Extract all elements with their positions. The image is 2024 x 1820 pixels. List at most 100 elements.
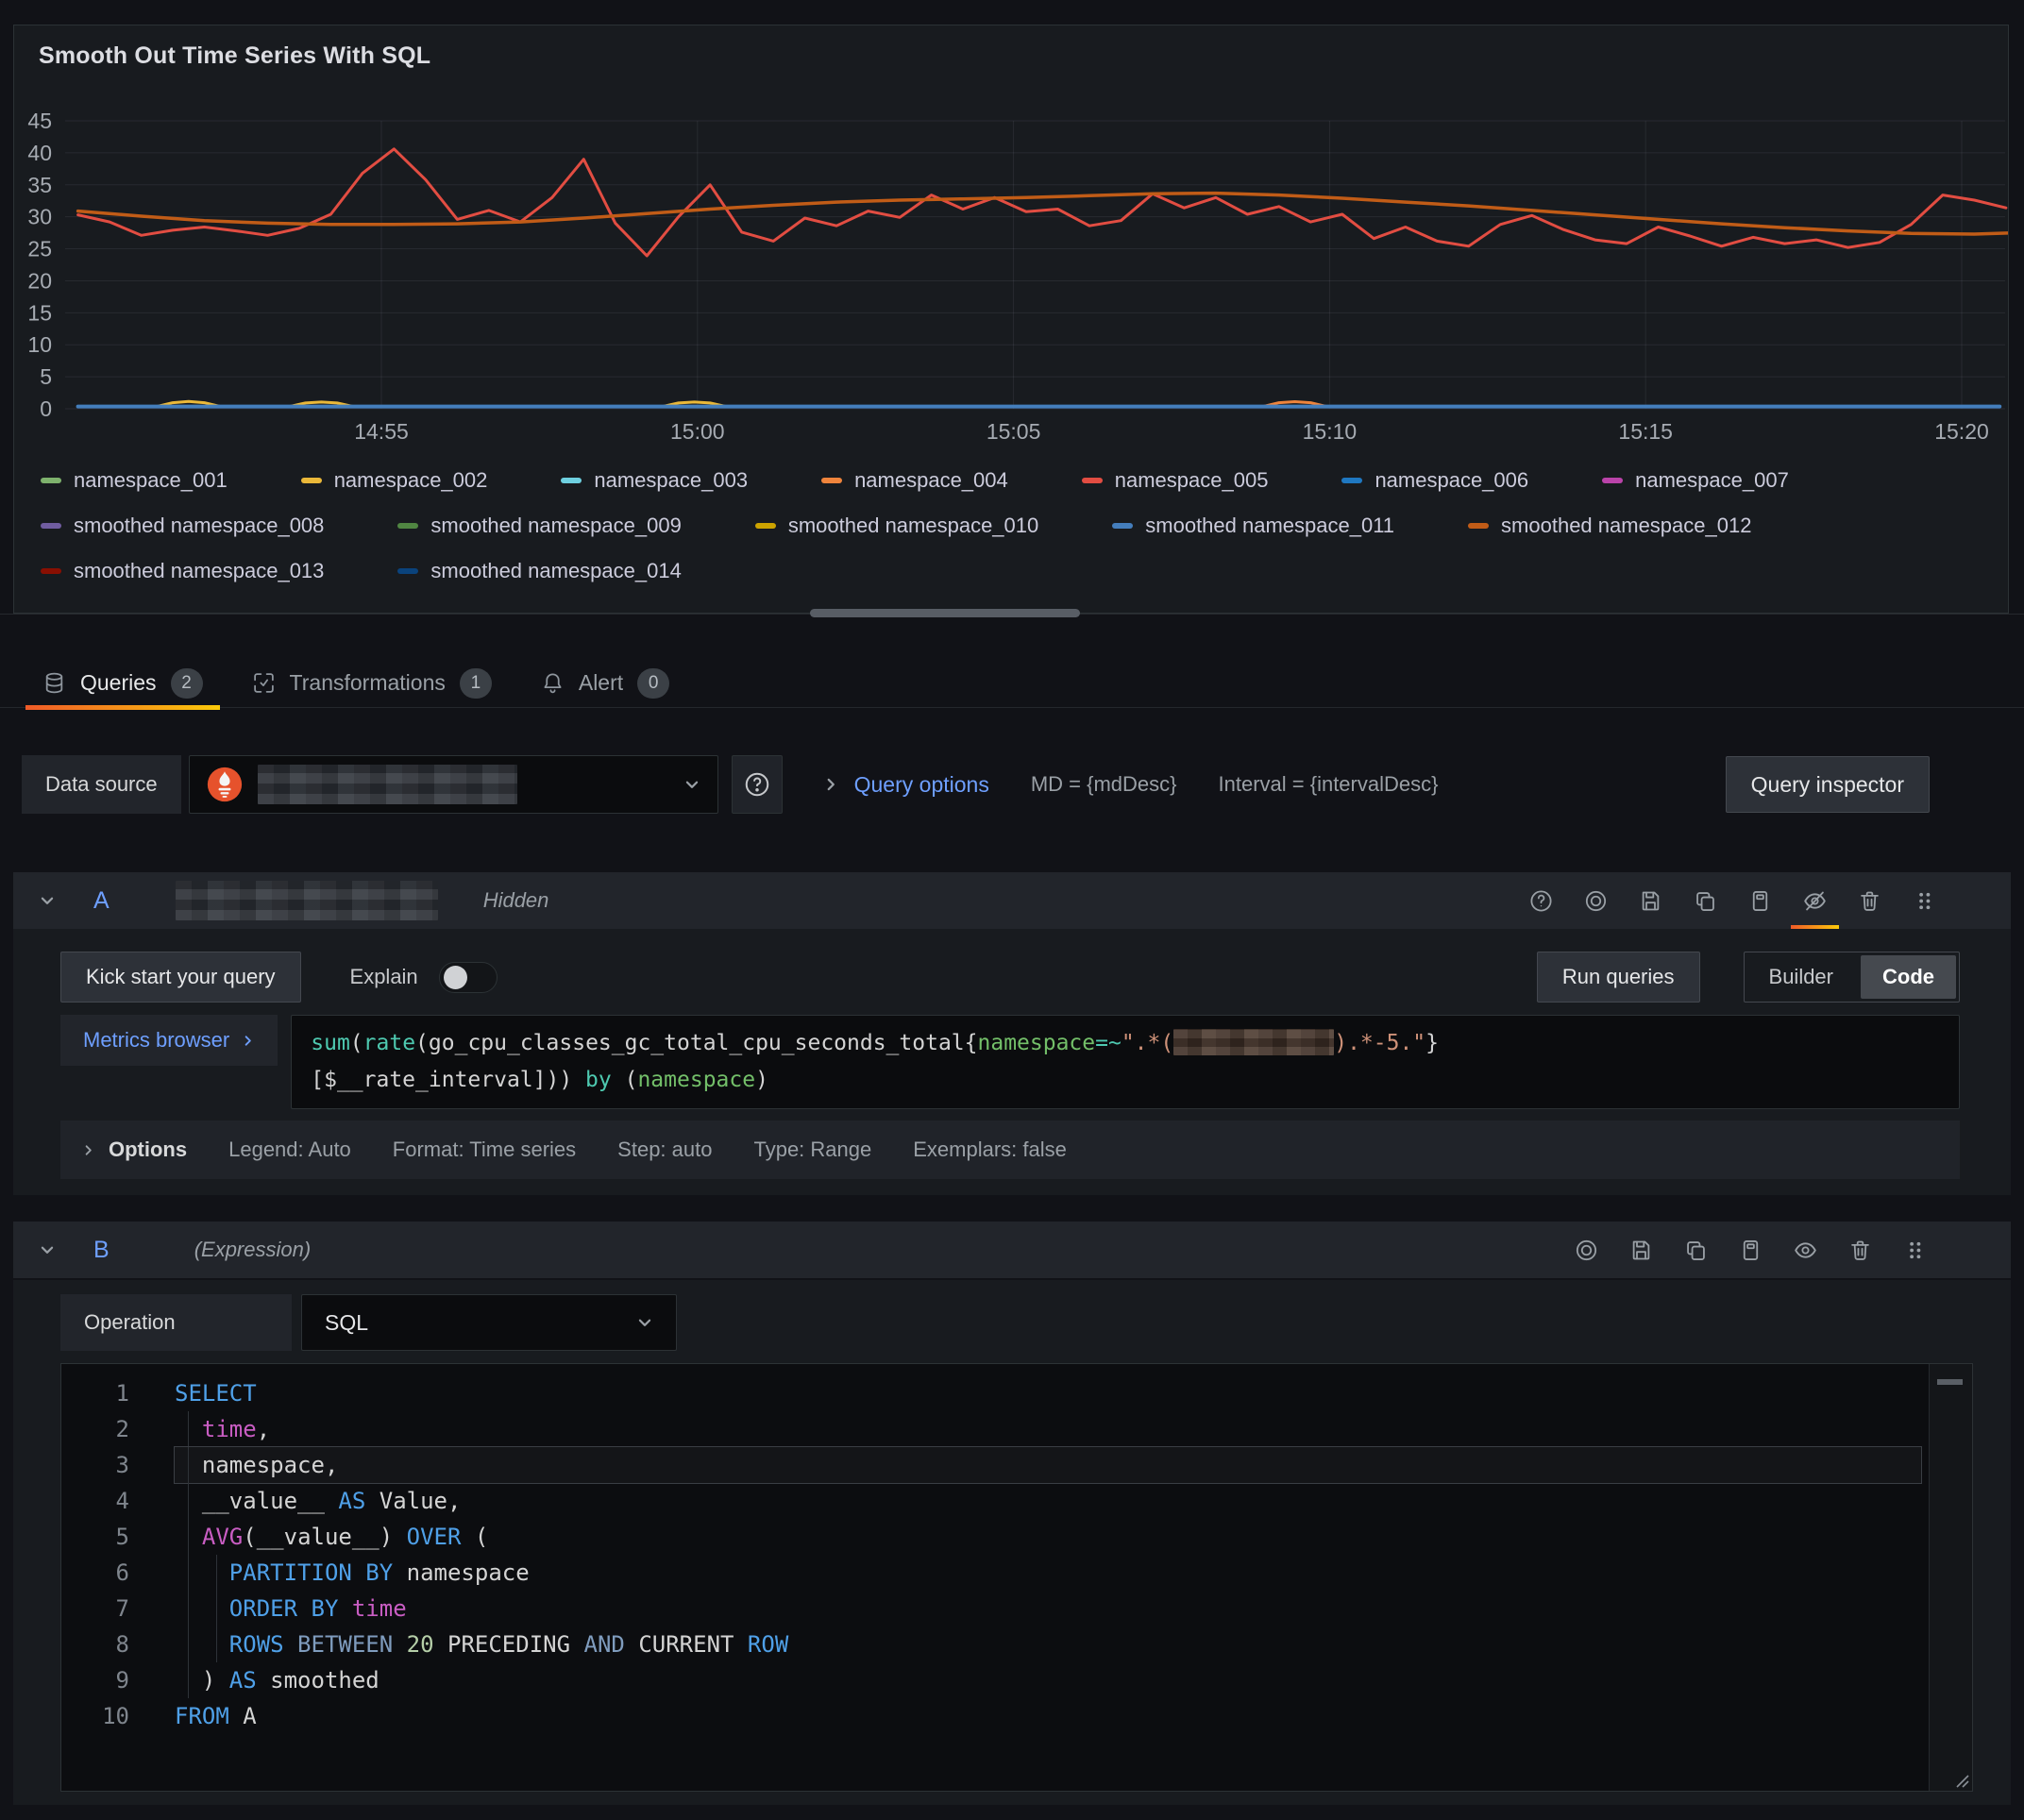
copy-button[interactable]: [1693, 888, 1718, 914]
legend-item[interactable]: namespace_005: [1082, 468, 1269, 493]
code-option[interactable]: Code: [1861, 955, 1956, 999]
tab-alert[interactable]: Alert 0: [524, 659, 686, 708]
legend-item[interactable]: namespace_002: [301, 468, 488, 493]
metrics-browser-label: Metrics browser: [83, 1028, 229, 1053]
code-token: =~: [1095, 1031, 1122, 1055]
options-label: Options: [109, 1138, 187, 1162]
copy-button[interactable]: [1683, 1238, 1709, 1263]
sql-code: 1SELECT2 time,3 namespace,4 __value__ AS…: [61, 1375, 1921, 1734]
collapse-chevron-icon[interactable]: [39, 892, 56, 909]
code-token: [338, 1595, 351, 1622]
code-token: AVG: [202, 1524, 243, 1550]
operation-select[interactable]: SQL: [301, 1294, 677, 1351]
query-b-header[interactable]: B (Expression): [13, 1222, 2011, 1278]
legend-item[interactable]: namespace_001: [41, 468, 228, 493]
legend-item[interactable]: namespace_004: [821, 468, 1008, 493]
question-circle-icon: [1528, 888, 1554, 914]
eye-slash-icon: [1802, 888, 1828, 914]
save-button[interactable]: [1628, 1238, 1654, 1263]
tab-alert-count-badge: 0: [637, 668, 669, 699]
legend-series-label: smoothed namespace_014: [430, 559, 681, 583]
legend-series-marker: [1468, 523, 1489, 529]
trash-button[interactable]: [1847, 1238, 1873, 1263]
y-axis-tick-label: 45: [27, 109, 52, 133]
legend-item[interactable]: namespace_006: [1341, 468, 1528, 493]
y-axis-tick-label: 0: [40, 396, 52, 421]
legend-item[interactable]: namespace_007: [1602, 468, 1789, 493]
panel-resize-handle[interactable]: [810, 609, 1080, 617]
line-number: 7: [61, 1591, 129, 1626]
code-token: (: [461, 1524, 488, 1550]
code-token: ROWS: [229, 1631, 284, 1658]
query-inspector-button[interactable]: Query inspector: [1726, 756, 1930, 813]
y-axis-tick-label: 5: [40, 364, 52, 389]
series-line: [78, 149, 2006, 256]
promql-editor[interactable]: sum(rate(go_cpu_classes_gc_total_cpu_sec…: [291, 1015, 1960, 1109]
code-token: OVER: [407, 1524, 462, 1550]
indent-guide: [188, 1447, 189, 1483]
legend-item[interactable]: smoothed namespace_009: [397, 514, 681, 538]
code-token: ORDER BY: [229, 1595, 339, 1622]
legend-series-label: namespace_005: [1115, 468, 1269, 493]
line-number: 2: [61, 1411, 129, 1447]
record-button[interactable]: [1574, 1238, 1599, 1263]
eye-icon: [1793, 1238, 1818, 1263]
code-token: [175, 1559, 229, 1586]
record-button[interactable]: [1583, 888, 1609, 914]
metrics-browser-button[interactable]: Metrics browser: [60, 1015, 278, 1066]
datasource-help-button[interactable]: [732, 755, 783, 814]
datasource-select[interactable]: [189, 755, 718, 814]
collapse-chevron-icon[interactable]: [39, 1241, 56, 1258]
operation-label: Operation: [60, 1294, 292, 1351]
legend-series-marker: [41, 523, 61, 529]
save-button[interactable]: [1638, 888, 1663, 914]
grip-button[interactable]: [1902, 1238, 1928, 1263]
code-token: PRECEDING: [434, 1631, 584, 1658]
legend-series-marker: [1112, 523, 1133, 529]
y-axis-tick-label: 25: [27, 237, 52, 261]
query-a-header[interactable]: A Hidden: [13, 872, 2011, 929]
legend-item[interactable]: namespace_003: [561, 468, 748, 493]
library-panel-icon: [1747, 888, 1773, 914]
tab-transformations[interactable]: Transformations 1: [235, 659, 509, 708]
editor-resize-handle[interactable]: [1949, 1768, 1970, 1789]
indent-guide: [188, 1411, 189, 1447]
trash-button[interactable]: [1857, 888, 1882, 914]
promql-line: sum(rate(go_cpu_classes_gc_total_cpu_sec…: [311, 1025, 1940, 1062]
chevron-down-icon: [636, 1314, 653, 1331]
options-expander[interactable]: Options: [81, 1138, 187, 1162]
legend-item[interactable]: smoothed namespace_014: [397, 559, 681, 583]
query-a-status: Hidden: [483, 888, 549, 913]
explain-toggle[interactable]: [439, 962, 498, 993]
legend-item[interactable]: smoothed namespace_013: [41, 559, 324, 583]
legend-item[interactable]: smoothed namespace_011: [1112, 514, 1394, 538]
query-options-expander[interactable]: Query options: [854, 772, 989, 798]
legend-item[interactable]: smoothed namespace_008: [41, 514, 324, 538]
eye-slash-button[interactable]: [1802, 888, 1828, 914]
code-token: smoothed: [257, 1667, 380, 1694]
legend-item[interactable]: smoothed namespace_010: [755, 514, 1038, 538]
kick-start-query-button[interactable]: Kick start your query: [60, 952, 301, 1003]
sql-line-content: FROM A: [175, 1698, 1921, 1734]
question-circle-button[interactable]: [1528, 888, 1554, 914]
library-panel-button[interactable]: [1738, 1238, 1763, 1263]
sql-editor[interactable]: 1SELECT2 time,3 namespace,4 __value__ AS…: [60, 1363, 1973, 1792]
tab-queries[interactable]: Queries 2: [25, 659, 220, 708]
sql-line-content: SELECT: [175, 1375, 1921, 1411]
eye-button[interactable]: [1793, 1238, 1818, 1263]
grip-button[interactable]: [1912, 888, 1937, 914]
code-token: [175, 1631, 229, 1658]
chevron-right-icon: [822, 776, 839, 793]
query-a-actions: [1528, 888, 1937, 914]
operation-value: SQL: [325, 1310, 368, 1336]
line-number: 9: [61, 1662, 129, 1698]
query-options-interval: Interval = {intervalDesc}: [1219, 772, 1439, 797]
library-panel-button[interactable]: [1747, 888, 1773, 914]
legend-item[interactable]: smoothed namespace_012: [1468, 514, 1751, 538]
series-line: [78, 194, 2008, 234]
builder-option[interactable]: Builder: [1745, 952, 1858, 1002]
run-queries-button[interactable]: Run queries: [1537, 952, 1700, 1003]
code-token: go_cpu_classes_gc_total_cpu_seconds_tota…: [429, 1031, 978, 1055]
sql-line-content: namespace,: [175, 1447, 1921, 1483]
query-a-body: Kick start your query Explain Run querie…: [13, 929, 2011, 1195]
